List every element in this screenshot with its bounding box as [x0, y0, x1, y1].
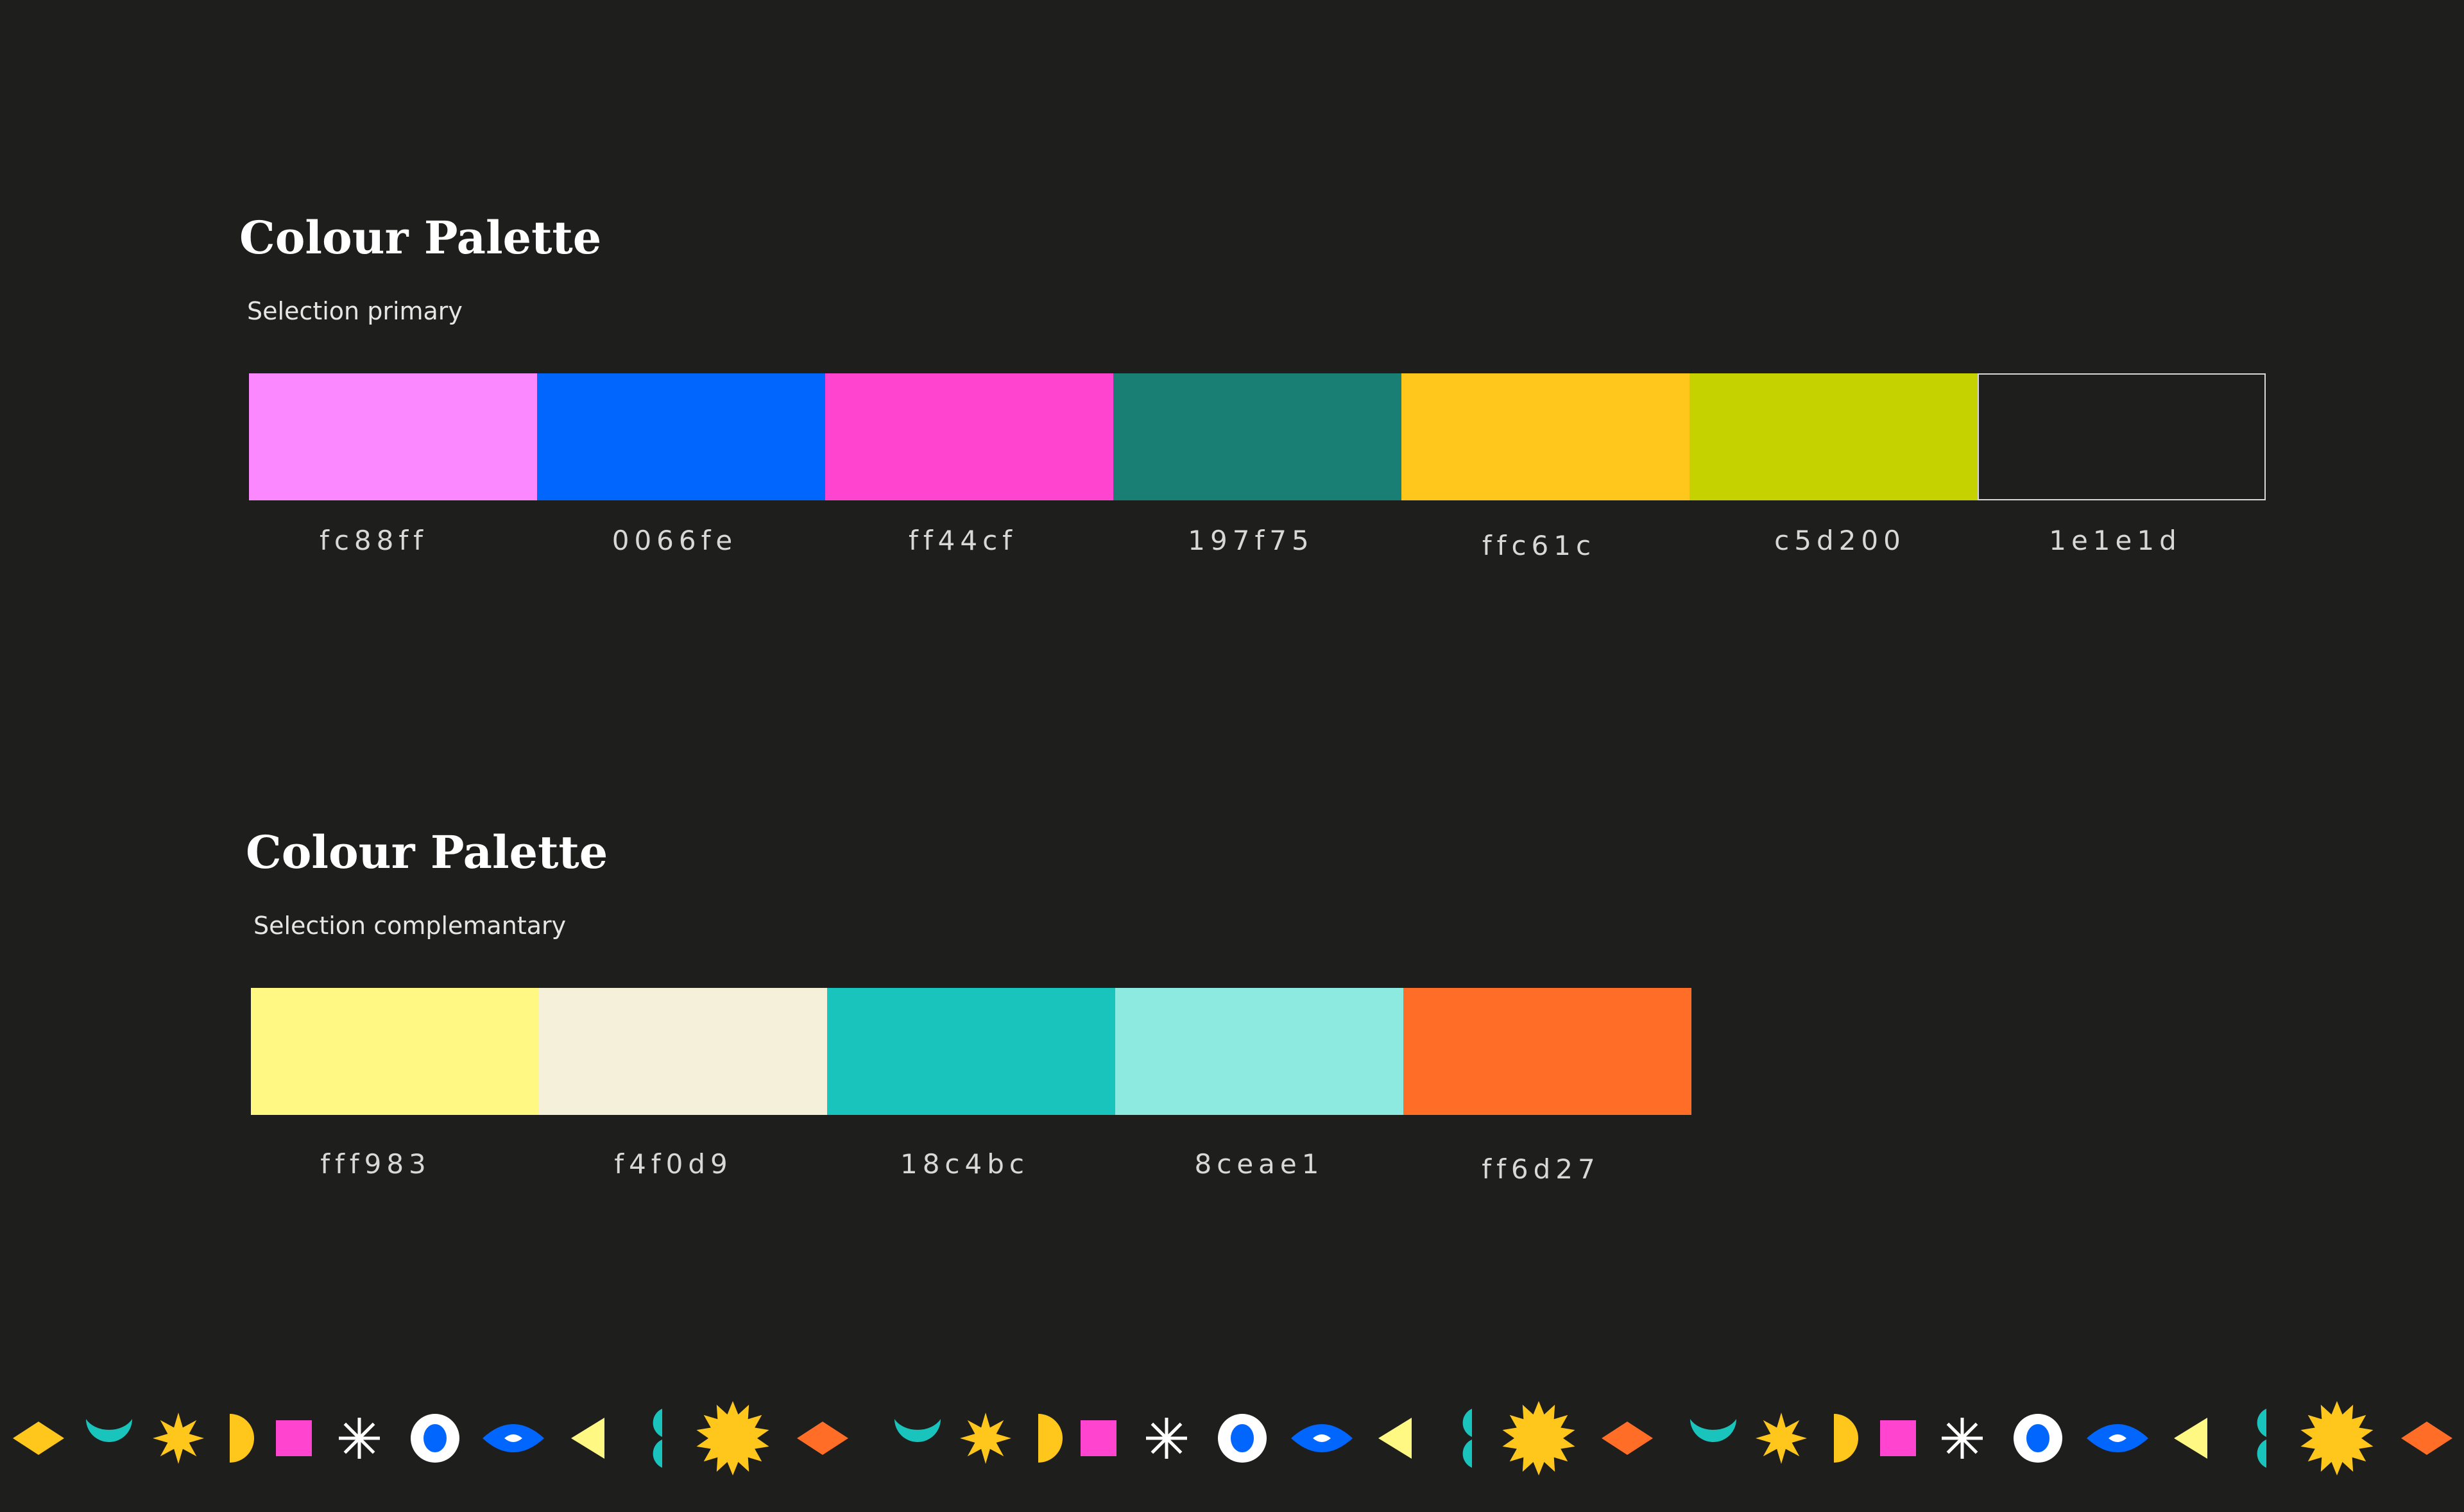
- sun-icon: [2300, 1401, 2374, 1475]
- primary-code-row: fc88ff 0066fe ff44cf 197f75 ffc61c c5d20…: [249, 525, 2266, 561]
- eye-circle-icon: [1218, 1414, 1267, 1463]
- sun-icon: [696, 1401, 769, 1475]
- triangle-icon: [571, 1418, 604, 1459]
- palette-title-complementary: Colour Palette: [246, 826, 608, 879]
- swatch-fc88ff: [249, 373, 537, 500]
- crescent-icon: [1690, 1419, 1736, 1442]
- swatch-18c4bc: [827, 988, 1115, 1115]
- double-half-circle-icon: [1462, 1409, 1472, 1468]
- color-code: ff6d27: [1482, 1153, 1600, 1185]
- half-circle-icon: [1038, 1414, 1063, 1463]
- color-code: ffc61c: [1482, 530, 1596, 561]
- swatch-ff6d27: [1403, 988, 1691, 1115]
- color-code: fff983: [320, 1148, 431, 1180]
- eye-icon: [483, 1424, 544, 1452]
- eye-circle-icon: [2014, 1414, 2062, 1463]
- color-code: 1e1e1d: [2049, 525, 2182, 556]
- square-icon: [276, 1420, 312, 1456]
- diamond-icon: [797, 1422, 848, 1455]
- diamond-icon: [13, 1422, 64, 1455]
- double-half-circle-icon: [2257, 1409, 2266, 1468]
- swatch-f4f0d9: [539, 988, 827, 1115]
- palette-subtitle-complementary: Selection complemantary: [253, 912, 567, 940]
- eye-circle-icon: [411, 1414, 459, 1463]
- double-half-circle-icon: [653, 1409, 662, 1468]
- color-code: ff44cf: [909, 525, 1017, 556]
- color-code: 18c4bc: [900, 1148, 1029, 1180]
- asterisk-icon: [1146, 1418, 1187, 1459]
- shape-strip-svg: [13, 1401, 2452, 1475]
- sun-icon: [1502, 1401, 1575, 1475]
- swatch-0066fe: [537, 373, 825, 500]
- color-code: 197f75: [1188, 525, 1314, 556]
- asterisk-icon: [339, 1418, 380, 1459]
- palette-title-primary: Colour Palette: [239, 211, 602, 264]
- triangle-icon: [1378, 1418, 1412, 1459]
- diamond-icon: [1602, 1422, 1653, 1455]
- starburst-icon: [960, 1413, 1011, 1464]
- swatch-197f75: [1113, 373, 1401, 500]
- color-code: c5d200: [1774, 525, 1906, 556]
- diamond-icon: [2401, 1422, 2452, 1455]
- color-code: fc88ff: [320, 525, 428, 556]
- swatch-ff44cf: [825, 373, 1113, 500]
- swatch-8ceae1: [1115, 988, 1403, 1115]
- eye-icon: [2087, 1424, 2148, 1452]
- starburst-icon: [153, 1413, 204, 1464]
- decorative-shape-strip: [0, 1391, 2464, 1486]
- palette-subtitle-primary: Selection primary: [247, 297, 463, 325]
- starburst-icon: [1756, 1413, 1807, 1464]
- crescent-icon: [894, 1419, 941, 1442]
- swatch-c5d200: [1690, 373, 1978, 500]
- swatch-fff983: [251, 988, 539, 1115]
- half-circle-icon: [1834, 1414, 1858, 1463]
- crescent-icon: [86, 1419, 132, 1442]
- swatch-1e1e1d: [1978, 373, 2266, 500]
- color-code: 8ceae1: [1194, 1148, 1324, 1180]
- square-icon: [1081, 1420, 1116, 1456]
- triangle-icon: [2174, 1418, 2207, 1459]
- complementary-code-row: fff983 f4f0d9 18c4bc 8ceae1 ff6d27: [251, 1148, 1691, 1185]
- color-code: f4f0d9: [614, 1148, 733, 1180]
- swatch-ffc61c: [1401, 373, 1690, 500]
- complementary-swatch-row: [251, 988, 1691, 1115]
- eye-icon: [1291, 1424, 1353, 1452]
- half-circle-icon: [230, 1414, 254, 1463]
- color-code: 0066fe: [612, 525, 738, 556]
- primary-swatch-row: [249, 373, 2266, 500]
- asterisk-icon: [1942, 1418, 1983, 1459]
- square-icon: [1880, 1420, 1916, 1456]
